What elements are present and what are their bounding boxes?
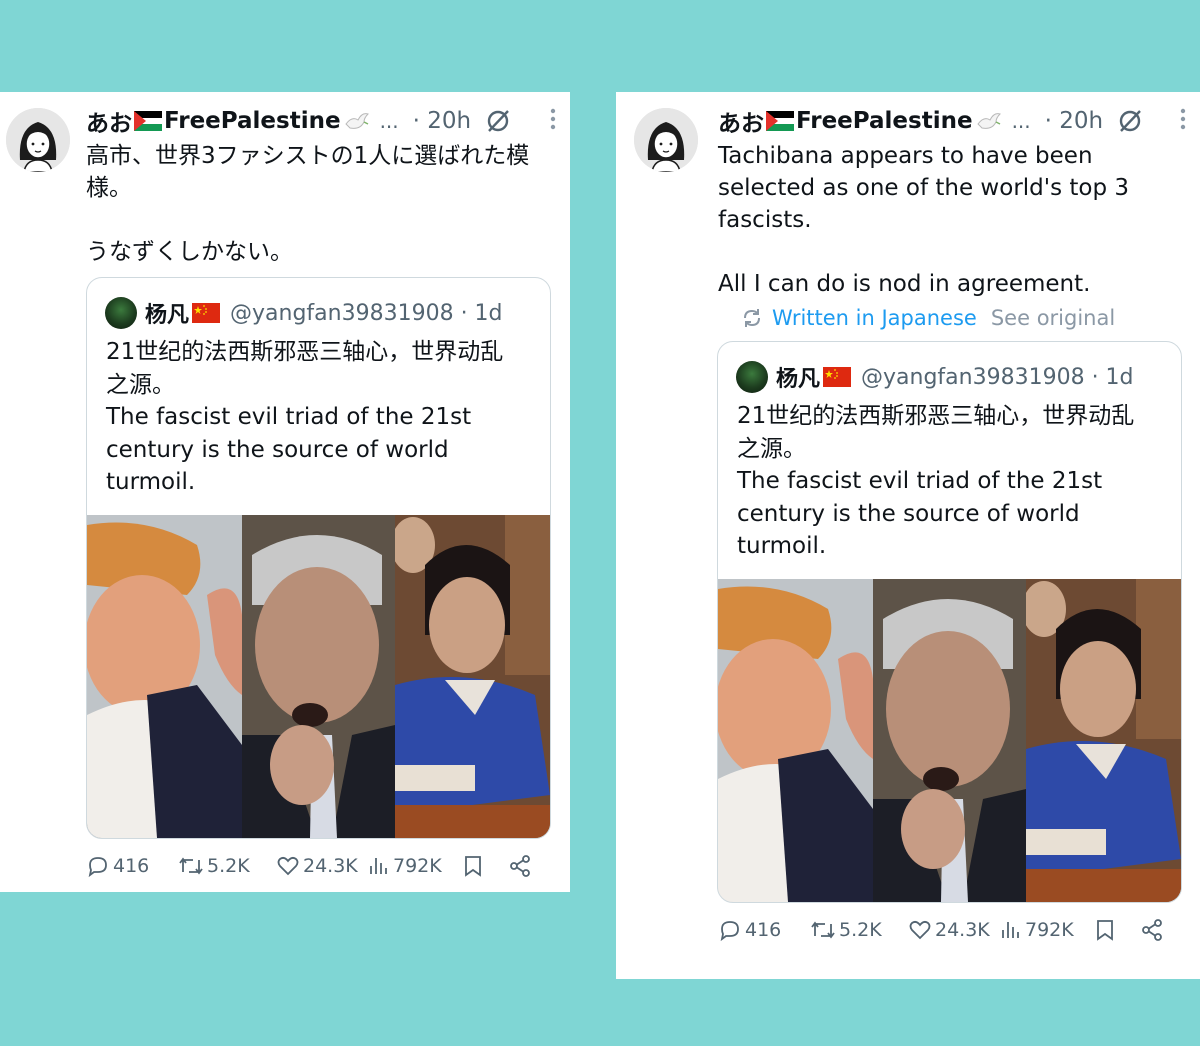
action-bar: 416 5.2K 24.3K 792K xyxy=(718,918,1164,942)
like-button[interactable]: 24.3K xyxy=(908,918,1000,942)
repost-button[interactable]: 5.2K xyxy=(810,918,908,942)
written-in-japanese-link[interactable]: Written in Japanese xyxy=(772,306,977,330)
bookmark-icon xyxy=(465,856,481,877)
quoted-handle[interactable]: @yangfan39831908 · 1d xyxy=(861,365,1134,390)
avatar[interactable] xyxy=(634,108,698,172)
quoted-header: 杨凡 @yangfan39831908 · 1d xyxy=(736,360,1134,394)
quoted-author-name[interactable]: 杨凡 xyxy=(145,297,221,329)
photo-panel-1 xyxy=(718,579,873,902)
like-button[interactable]: 24.3K xyxy=(276,854,368,878)
translation-notice: Written in Japanese See original xyxy=(740,306,1115,330)
views-button[interactable]: 792K xyxy=(368,854,462,878)
bookmark-button[interactable] xyxy=(1094,918,1140,942)
reply-button[interactable]: 416 xyxy=(718,918,810,942)
dove-icon xyxy=(344,113,369,129)
tweet-card-translated[interactable]: あお FreePalestine ... · 20h Tachibana app… xyxy=(616,92,1200,979)
quoted-tweet[interactable]: 杨凡 @yangfan39831908 · 1d 21世纪的法西斯邪恶三轴心，世… xyxy=(717,341,1182,903)
photo-panel-1 xyxy=(87,515,242,838)
bookmark-icon xyxy=(1097,920,1113,941)
reply-icon xyxy=(720,921,739,942)
quoted-avatar[interactable] xyxy=(736,361,768,393)
share-button[interactable] xyxy=(1140,918,1164,942)
see-original-link[interactable]: See original xyxy=(991,306,1115,330)
quoted-text: 21世纪的法西斯邪恶三轴心，世界动乱 之源。 The fascist evil … xyxy=(106,339,504,495)
avatar[interactable] xyxy=(6,108,70,172)
author-name[interactable]: あお FreePalestine xyxy=(718,104,1002,138)
quoted-photo[interactable] xyxy=(718,579,1181,902)
timestamp[interactable]: · 20h xyxy=(413,108,471,134)
quoted-photo[interactable] xyxy=(87,515,550,838)
views-icon xyxy=(370,858,387,874)
views-icon xyxy=(1002,922,1019,938)
more-icon[interactable] xyxy=(1180,108,1186,135)
share-icon xyxy=(510,855,530,877)
reply-icon xyxy=(88,857,107,878)
repost-icon xyxy=(811,921,835,939)
author-name[interactable]: あお FreePalestine xyxy=(86,104,370,138)
share-icon xyxy=(1142,919,1162,941)
dove-icon xyxy=(976,113,1001,129)
more-icon[interactable] xyxy=(550,108,556,135)
repost-icon xyxy=(179,857,203,875)
action-bar: 416 5.2K 24.3K 792K xyxy=(86,854,532,878)
photo-panel-2 xyxy=(242,515,395,838)
quoted-author-name[interactable]: 杨凡 xyxy=(776,361,852,393)
china-flag-icon xyxy=(192,303,221,323)
tweet-text: Tachibana appears to have been selected … xyxy=(718,143,1130,297)
repost-button[interactable]: 5.2K xyxy=(178,854,276,878)
palestine-flag-icon xyxy=(134,111,162,131)
photo-panel-3 xyxy=(1026,579,1181,902)
quoted-header: 杨凡 @yangfan39831908 · 1d xyxy=(105,296,503,330)
grok-icon[interactable] xyxy=(485,108,511,134)
photo-panel-3 xyxy=(395,515,550,838)
quoted-text: 21世纪的法西斯邪恶三轴心，世界动乱 之源。 The fascist evil … xyxy=(737,403,1135,559)
tweet-text: 高市、世界3ファシストの1人に選ばれた模 様。 うなずくしかない。 xyxy=(86,143,530,265)
tweet-header: あお FreePalestine ... · 20h xyxy=(86,104,556,138)
reply-button[interactable]: 416 xyxy=(86,854,178,878)
tweet-card-japanese[interactable]: あお FreePalestine ... · 20h 高市、世界3ファシストの1… xyxy=(0,92,570,892)
share-button[interactable] xyxy=(508,854,532,878)
bookmark-button[interactable] xyxy=(462,854,508,878)
quoted-tweet[interactable]: 杨凡 @yangfan39831908 · 1d 21世纪的法西斯邪恶三轴心，世… xyxy=(86,277,551,839)
views-button[interactable]: 792K xyxy=(1000,918,1094,942)
palestine-flag-icon xyxy=(766,111,794,131)
timestamp[interactable]: · 20h xyxy=(1045,108,1103,134)
name-truncation: ... xyxy=(1011,109,1031,133)
quoted-avatar[interactable] xyxy=(105,297,137,329)
translate-icon xyxy=(744,309,760,327)
like-icon xyxy=(909,920,931,940)
quoted-handle[interactable]: @yangfan39831908 · 1d xyxy=(230,301,503,326)
grok-icon[interactable] xyxy=(1117,108,1143,134)
photo-panel-2 xyxy=(873,579,1026,902)
china-flag-icon xyxy=(823,367,852,387)
like-icon xyxy=(277,856,299,876)
name-truncation: ... xyxy=(379,109,399,133)
tweet-header: あお FreePalestine ... · 20h xyxy=(718,104,1186,138)
